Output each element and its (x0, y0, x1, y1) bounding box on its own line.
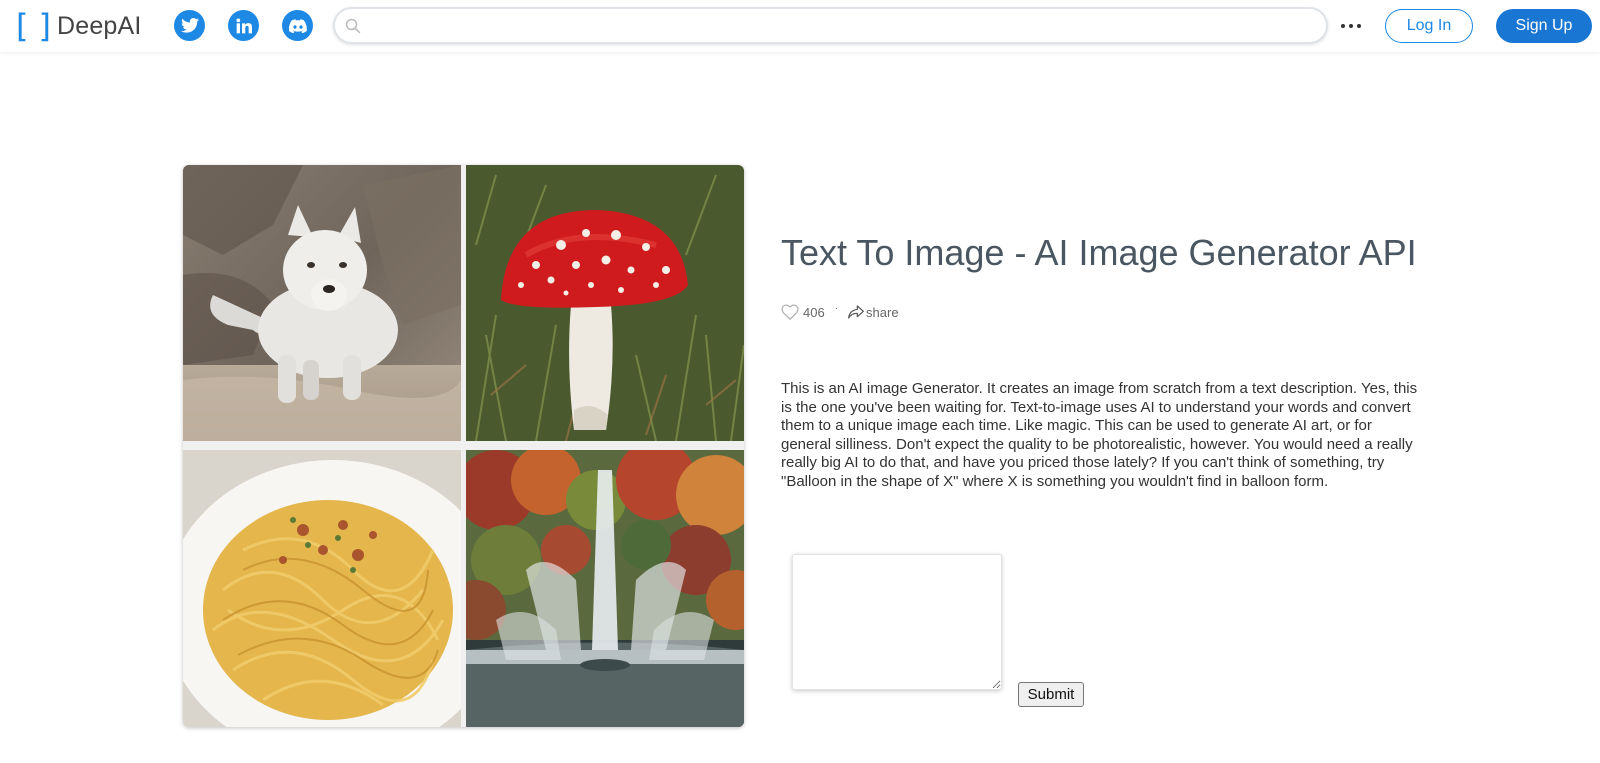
ellipsis-icon[interactable] (1338, 14, 1364, 38)
linkedin-icon[interactable] (228, 10, 259, 41)
search-bar[interactable] (333, 7, 1328, 44)
discord-icon[interactable] (282, 10, 313, 41)
twitter-icon[interactable] (174, 10, 205, 41)
example-image-spaghetti (183, 450, 461, 727)
example-image-fountain (466, 450, 744, 727)
share-icon[interactable] (848, 305, 864, 319)
top-nav-bar: [] DeepAI Log In Sign Up (0, 0, 1600, 52)
example-image-wolf (183, 165, 461, 441)
search-icon (345, 18, 361, 34)
example-image-grid (183, 165, 744, 727)
page-title: Text To Image - AI Image Generator API (781, 232, 1417, 273)
search-input[interactable] (367, 13, 1307, 39)
heart-icon[interactable] (781, 304, 799, 320)
login-button[interactable]: Log In (1385, 9, 1473, 43)
submit-button[interactable]: Submit (1018, 682, 1084, 707)
example-image-mushroom (466, 165, 744, 441)
meta-separator: · (834, 302, 839, 314)
share-link[interactable]: share (866, 305, 899, 320)
signup-button[interactable]: Sign Up (1496, 9, 1592, 43)
description-text: This is an AI image Generator. It create… (781, 380, 1418, 490)
engagement-bar: 406 · share (781, 302, 899, 322)
logo-bracket-mark: [] (16, 7, 51, 45)
prompt-textarea[interactable] (792, 554, 1002, 690)
deepai-logo[interactable]: [] DeepAI (16, 8, 142, 44)
logo-text: DeepAI (56, 11, 142, 40)
like-count: 406 (803, 304, 825, 320)
